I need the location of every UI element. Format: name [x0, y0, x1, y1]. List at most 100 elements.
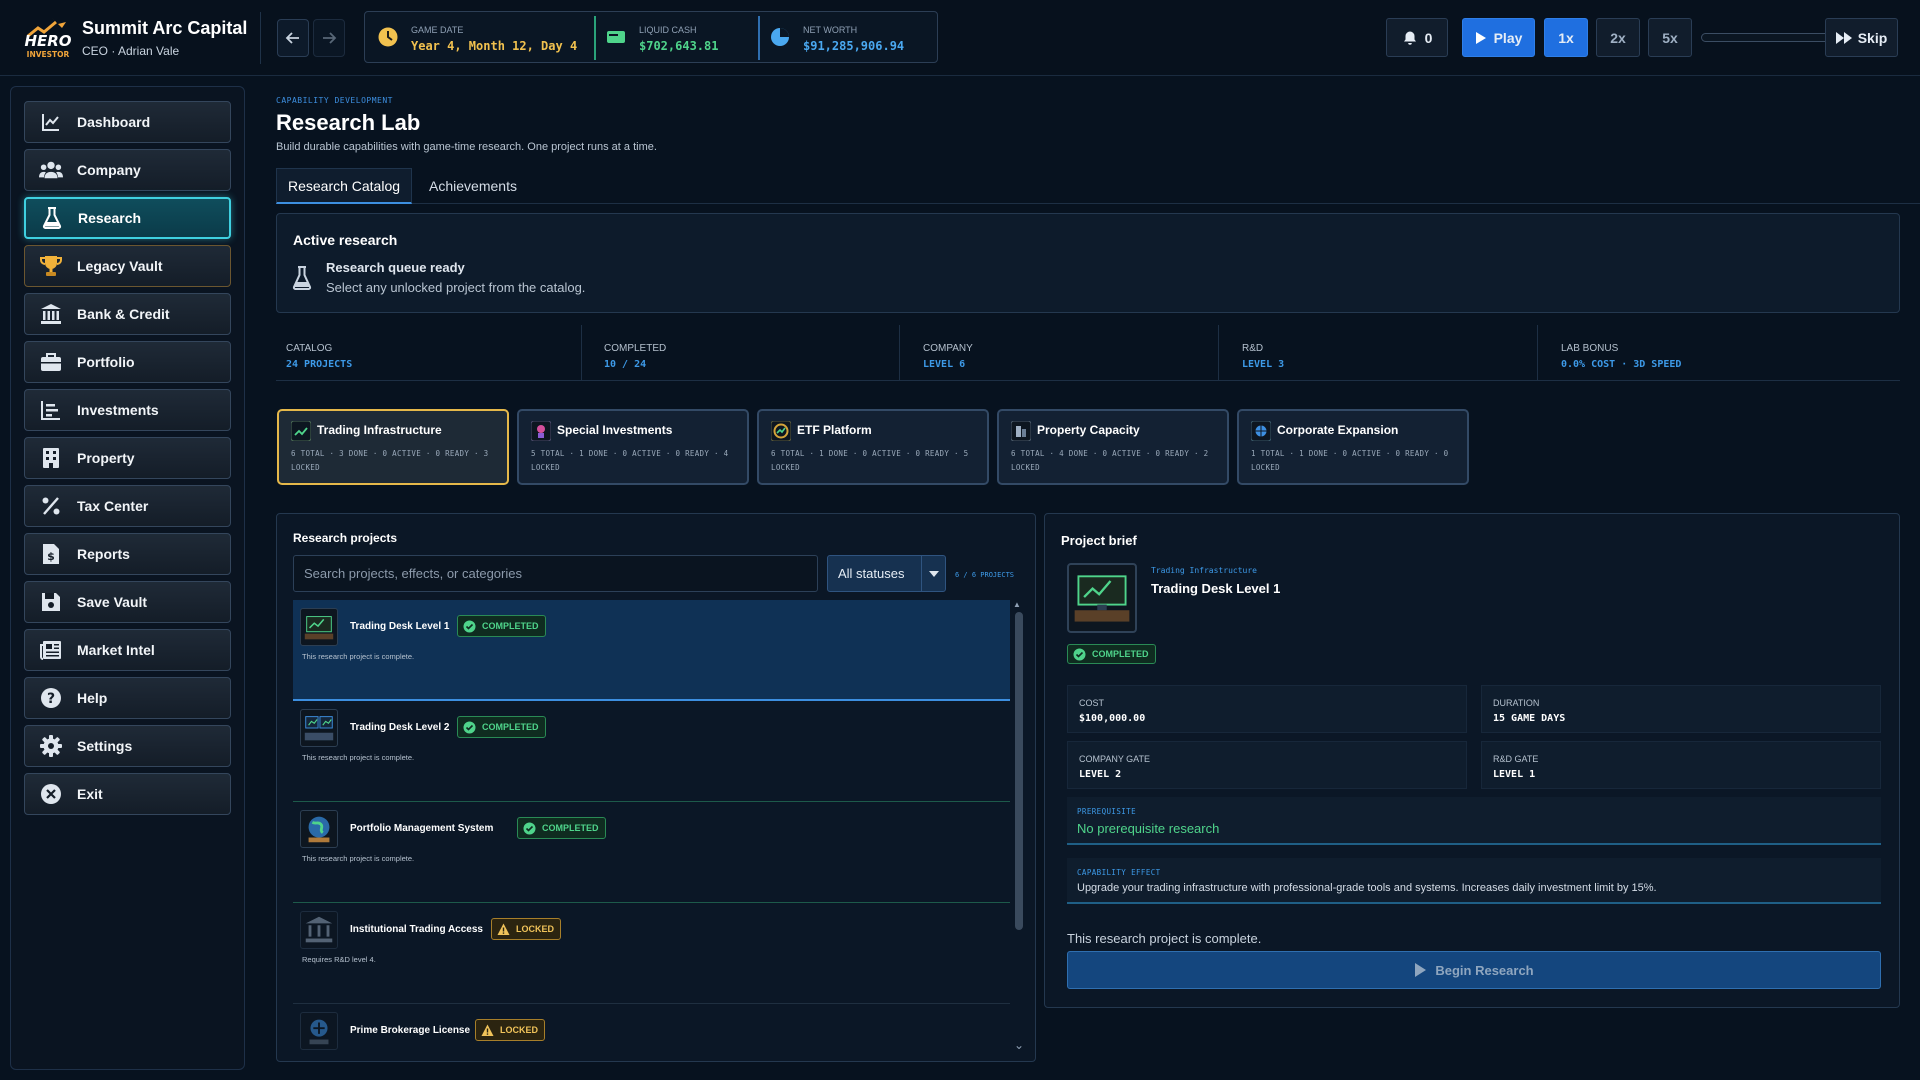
- kv-label: R&D GATE: [1493, 754, 1539, 764]
- research-projects-panel: Research projects All statuses 6 / 6 PRO…: [276, 513, 1036, 1062]
- globe-portfolio-icon: [300, 810, 338, 848]
- project-list-scrollbar[interactable]: ▲ ⌄: [1013, 600, 1024, 1060]
- project-row[interactable]: Portfolio Management System COMPLETED Th…: [293, 802, 1010, 903]
- kv-label: DURATION: [1493, 698, 1540, 708]
- play-button[interactable]: Play: [1462, 18, 1535, 57]
- project-row[interactable]: Prime Brokerage License LOCKED: [293, 1004, 1010, 1061]
- category-corporate-expansion[interactable]: Corporate Expansion 1 TOTAL · 1 DONE · 0…: [1237, 409, 1469, 485]
- category-etf-platform[interactable]: ETF Platform 6 TOTAL · 1 DONE · 0 ACTIVE…: [757, 409, 989, 485]
- divider: [260, 12, 261, 64]
- sidebar-item-investments[interactable]: Investments: [24, 389, 231, 431]
- summary-value: 10 / 24: [604, 359, 647, 370]
- sidebar-item-label: Legacy Vault: [77, 258, 163, 274]
- category-name: Special Investments: [557, 423, 673, 437]
- line-chart-icon: [39, 110, 63, 134]
- tab-research-catalog[interactable]: Research Catalog: [276, 168, 412, 204]
- forward-button[interactable]: [313, 19, 345, 57]
- notification-count: 0: [1424, 29, 1433, 46]
- begin-research-label: Begin Research: [1435, 962, 1534, 978]
- sidebar-item-label: Reports: [77, 546, 130, 562]
- page-eyebrow: CAPABILITY DEVELOPMENT: [276, 96, 393, 105]
- sidebar-item-label: Portfolio: [77, 354, 135, 370]
- main-content: CAPABILITY DEVELOPMENT Research Lab Buil…: [256, 80, 1920, 1080]
- sidebar-item-dashboard[interactable]: Dashboard: [24, 101, 231, 143]
- category-property-capacity[interactable]: Property Capacity 6 TOTAL · 4 DONE · 0 A…: [997, 409, 1229, 485]
- building-icon: [39, 446, 63, 470]
- sidebar-item-portfolio[interactable]: Portfolio: [24, 341, 231, 383]
- sidebar-item-save-vault[interactable]: Save Vault: [24, 581, 231, 623]
- stat-label: NET WORTH: [803, 25, 858, 35]
- help-icon: ?: [39, 686, 63, 710]
- ceo-name: CEO · Adrian Vale: [82, 44, 180, 58]
- project-name: Prime Brokerage License: [350, 1025, 471, 1036]
- speed-5x-button[interactable]: 5x: [1648, 18, 1692, 57]
- stat-value: $91,285,906.94: [803, 39, 905, 53]
- summary-rd-level: R&D LEVEL 3: [1232, 325, 1538, 381]
- close-icon: [39, 782, 63, 806]
- sidebar-item-label: Research: [78, 210, 142, 226]
- svg-text:?: ?: [47, 691, 55, 707]
- search-input[interactable]: [293, 555, 818, 592]
- page-subtitle: Build durable capabilities with game-tim…: [276, 141, 657, 153]
- top-bar: HERO INVESTOR Summit Arc Capital CEO · A…: [0, 0, 1920, 76]
- cash-icon: [607, 31, 625, 43]
- summary-label: CATALOG: [286, 343, 333, 354]
- summary-value: 24 PROJECTS: [286, 359, 353, 370]
- game-stats: GAME DATE Year 4, Month 12, Day 4 LIQUID…: [364, 11, 938, 63]
- sidebar-item-tax-center[interactable]: Tax Center: [24, 485, 231, 527]
- sidebar-item-research[interactable]: Research: [24, 197, 231, 239]
- speed-2x-button[interactable]: 2x: [1596, 18, 1640, 57]
- tab-bar: Research Catalog Achievements: [276, 168, 1920, 204]
- sidebar-item-settings[interactable]: Settings: [24, 725, 231, 767]
- sidebar-item-market-intel[interactable]: Market Intel: [24, 629, 231, 671]
- project-name: Trading Desk Level 1: [350, 621, 450, 632]
- kv-value: $100,000.00: [1079, 713, 1146, 724]
- sidebar-item-property[interactable]: Property: [24, 437, 231, 479]
- flask-icon: [292, 266, 312, 290]
- begin-research-button[interactable]: Begin Research: [1067, 951, 1881, 989]
- status-badge-label: COMPLETED: [482, 722, 539, 732]
- project-row[interactable]: Trading Desk Level 1 COMPLETED This rese…: [293, 600, 1010, 701]
- stat-net-worth: NET WORTH $91,285,906.94: [761, 16, 935, 60]
- project-description: This research project is complete.: [302, 652, 415, 661]
- brokerage-icon: [300, 1012, 338, 1050]
- chevron-up-icon[interactable]: ▲: [1013, 600, 1021, 609]
- scrollbar-thumb[interactable]: [1015, 612, 1023, 930]
- category-meta: 6 TOTAL · 3 DONE · 0 ACTIVE · 0 READY · …: [291, 449, 489, 472]
- sidebar-item-company[interactable]: Company: [24, 149, 231, 191]
- sidebar-item-reports[interactable]: $ Reports: [24, 533, 231, 575]
- users-icon: [39, 158, 63, 182]
- notifications-button[interactable]: 0: [1386, 18, 1448, 57]
- percent-icon: [39, 494, 63, 518]
- sidebar-item-legacy-vault[interactable]: Legacy Vault: [24, 245, 231, 287]
- hero-investor-logo: HERO INVESTOR: [24, 18, 72, 59]
- arrow-left-icon: [285, 32, 299, 44]
- stat-label: LIQUID CASH: [639, 25, 697, 35]
- chevron-down-icon[interactable]: ⌄: [1014, 1038, 1024, 1052]
- skip-button[interactable]: Skip: [1825, 18, 1898, 57]
- stat-divider: [758, 16, 760, 60]
- play-icon: [1415, 963, 1427, 977]
- sidebar-item-bank-credit[interactable]: Bank & Credit: [24, 293, 231, 335]
- project-count: 6 / 6 PROJECTS: [955, 571, 1015, 579]
- tab-achievements[interactable]: Achievements: [412, 168, 534, 204]
- category-name: Property Capacity: [1037, 423, 1140, 437]
- category-name: ETF Platform: [797, 423, 872, 437]
- project-row[interactable]: Trading Desk Level 2 COMPLETED This rese…: [293, 701, 1010, 802]
- chevron-down-icon: [921, 556, 945, 591]
- sidebar-item-help[interactable]: ? Help: [24, 677, 231, 719]
- speed-1x-button[interactable]: 1x: [1544, 18, 1588, 57]
- summary-label: COMPLETED: [604, 343, 667, 354]
- trading-desk-icon: [300, 608, 338, 646]
- category-meta: 6 TOTAL · 1 DONE · 0 ACTIVE · 0 READY · …: [771, 449, 969, 472]
- summary-completed: COMPLETED 10 / 24: [594, 325, 900, 381]
- project-row[interactable]: Institutional Trading Access LOCKED Requ…: [293, 903, 1010, 1004]
- category-special-investments[interactable]: Special Investments 5 TOTAL · 1 DONE · 0…: [517, 409, 749, 485]
- report-icon: $: [39, 542, 63, 566]
- sidebar-item-exit[interactable]: Exit: [24, 773, 231, 815]
- back-button[interactable]: [277, 19, 309, 57]
- category-trading-infrastructure[interactable]: Trading Infrastructure 6 TOTAL · 3 DONE …: [277, 409, 509, 485]
- project-name: Institutional Trading Access: [350, 924, 483, 935]
- bell-icon: [1403, 31, 1416, 45]
- status-filter-select[interactable]: All statuses: [827, 555, 946, 592]
